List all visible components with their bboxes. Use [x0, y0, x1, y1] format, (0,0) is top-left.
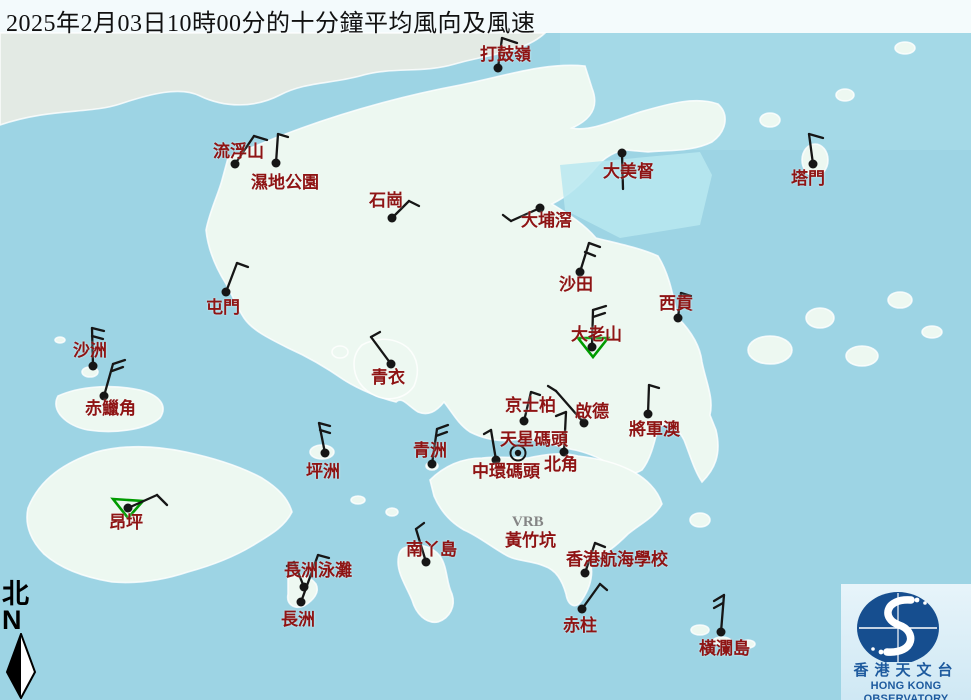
station-dot [297, 598, 306, 607]
station-dot [422, 558, 431, 567]
island-south-1 [691, 625, 709, 635]
station-dot [231, 160, 240, 169]
station-dot [321, 449, 330, 458]
station-dot [618, 149, 627, 158]
title-bar: 2025年2月03日10時00分的十分鐘平均風向及風速 [0, 0, 971, 33]
station-dot [492, 456, 501, 465]
station-dot [581, 569, 590, 578]
station-dot [588, 343, 597, 352]
island-east-4 [888, 292, 912, 308]
island-kau-yi [351, 496, 365, 504]
island-east-5 [922, 326, 942, 338]
station-dot [536, 204, 545, 213]
station-dot [494, 64, 503, 73]
station-dot [578, 605, 587, 614]
hko-logo: 香港天文台 HONG KONG OBSERVATORY [841, 584, 971, 700]
wind-map-page: 打鼓嶺流浮山濕地公園石崗大埔滘沙田大美督塔門屯門沙洲赤鱲角青衣大老山西貢京士柏啟… [0, 0, 971, 700]
island-north-1 [760, 113, 780, 127]
station-dot [515, 450, 521, 456]
island-north-3 [895, 42, 915, 54]
station-dot [387, 360, 396, 369]
hong-kong-map [0, 0, 971, 700]
map-title: 2025年2月03日10時00分的十分鐘平均風向及風速 [6, 11, 536, 37]
station-dot [576, 268, 585, 277]
wind-barb-line [92, 328, 93, 366]
north-chinese-label: 北 [2, 580, 46, 608]
station-dot [272, 159, 281, 168]
island-north-2 [836, 89, 854, 101]
island-east-2 [806, 308, 834, 328]
hko-logo-chinese: 香港天文台 [841, 662, 971, 680]
north-letter-label: N [2, 608, 46, 632]
hko-logo-english: HONG KONG OBSERVATORY [841, 680, 971, 700]
station-dot [644, 410, 653, 419]
station-dot [580, 419, 589, 428]
island-east-1 [748, 336, 792, 364]
station-dot [388, 214, 397, 223]
station-dot [717, 628, 726, 637]
north-arrow-icon [2, 633, 42, 699]
island-tung-lung [690, 513, 710, 527]
island-south-2 [713, 637, 731, 645]
station-dot [428, 460, 437, 469]
station-dot [100, 392, 109, 401]
station-dot [809, 160, 818, 169]
island-south-3 [741, 640, 755, 648]
island-east-3 [846, 346, 878, 366]
north-indicator: 北 N [2, 580, 46, 700]
station-dot [520, 417, 529, 426]
hko-logo-icon [841, 586, 971, 662]
island-siu-kau-yi [386, 508, 398, 516]
wind-barb-line [592, 310, 593, 347]
wind-barb-line [622, 153, 623, 189]
station-dot [124, 504, 133, 513]
island-airport [56, 387, 163, 432]
island-ma-wan [332, 346, 348, 358]
station-dot [560, 448, 569, 457]
station-dot [674, 314, 683, 323]
island-lung-kwu [55, 337, 65, 343]
station-dot [89, 362, 98, 371]
station-dot [222, 288, 231, 297]
